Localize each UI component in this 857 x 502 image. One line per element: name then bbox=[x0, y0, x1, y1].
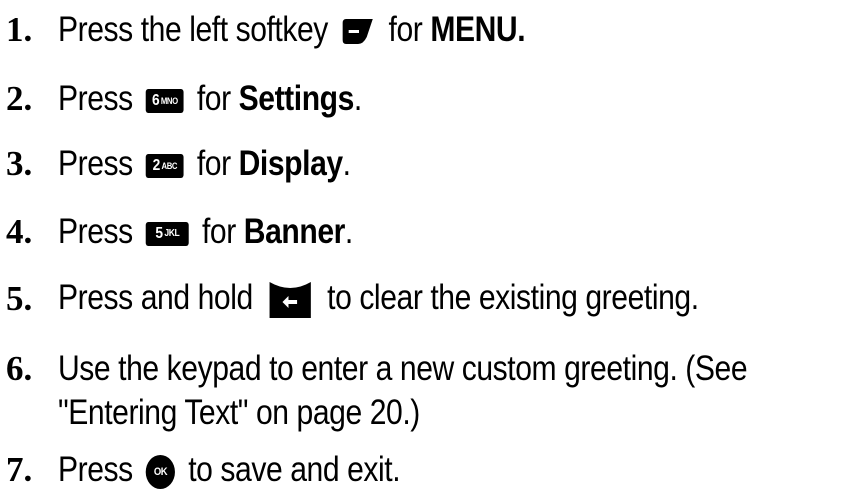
step-number: 4. bbox=[6, 212, 33, 251]
step-number: 5. bbox=[6, 279, 33, 318]
step-4: 4. Press 5 JKL for Banner. bbox=[6, 212, 353, 251]
step-text: Use the keypad to enter a new custom gre… bbox=[58, 349, 748, 388]
display-label: Display bbox=[238, 144, 343, 183]
banner-label: Banner bbox=[243, 212, 346, 251]
step-7: 7. Press OK to save and exit. bbox=[6, 450, 401, 489]
step-text: Press bbox=[58, 144, 133, 183]
key-6-mno-icon: 6 MNO bbox=[145, 88, 184, 113]
step-text: Press bbox=[58, 212, 133, 251]
step-text: Press bbox=[58, 450, 133, 489]
ok-key-icon: OK bbox=[145, 454, 176, 489]
settings-label: Settings bbox=[238, 79, 355, 118]
key-5-jkl-icon: 5 JKL bbox=[145, 221, 189, 246]
menu-label: MENU. bbox=[430, 10, 526, 49]
step-2: 2. Press 6 MNO for Settings. bbox=[6, 79, 362, 118]
step-5: 5. Press and hold to clear the existing … bbox=[6, 278, 699, 318]
step-number: 7. bbox=[6, 450, 33, 489]
clear-back-key-icon bbox=[269, 279, 311, 318]
step-6: 6. Use the keypad to enter a new custom … bbox=[6, 345, 857, 437]
step-text: Press and hold bbox=[58, 278, 253, 318]
step-number: 6. bbox=[6, 349, 33, 388]
step-text-continued: "Entering Text" on page 20.) bbox=[58, 393, 420, 432]
step-text: Press bbox=[58, 79, 133, 118]
left-softkey-icon bbox=[342, 18, 373, 44]
step-text: Press the left softkey bbox=[58, 10, 328, 49]
key-2-abc-icon: 2 ABC bbox=[145, 153, 184, 178]
step-number: 2. bbox=[6, 79, 33, 118]
step-3: 3. Press 2 ABC for Display. bbox=[6, 144, 351, 183]
step-number: 3. bbox=[6, 144, 33, 183]
instruction-list: 1. Press the left softkey for MENU. 2. P… bbox=[0, 0, 857, 502]
step-1: 1. Press the left softkey for MENU. bbox=[6, 10, 526, 49]
step-number: 1. bbox=[6, 10, 33, 49]
